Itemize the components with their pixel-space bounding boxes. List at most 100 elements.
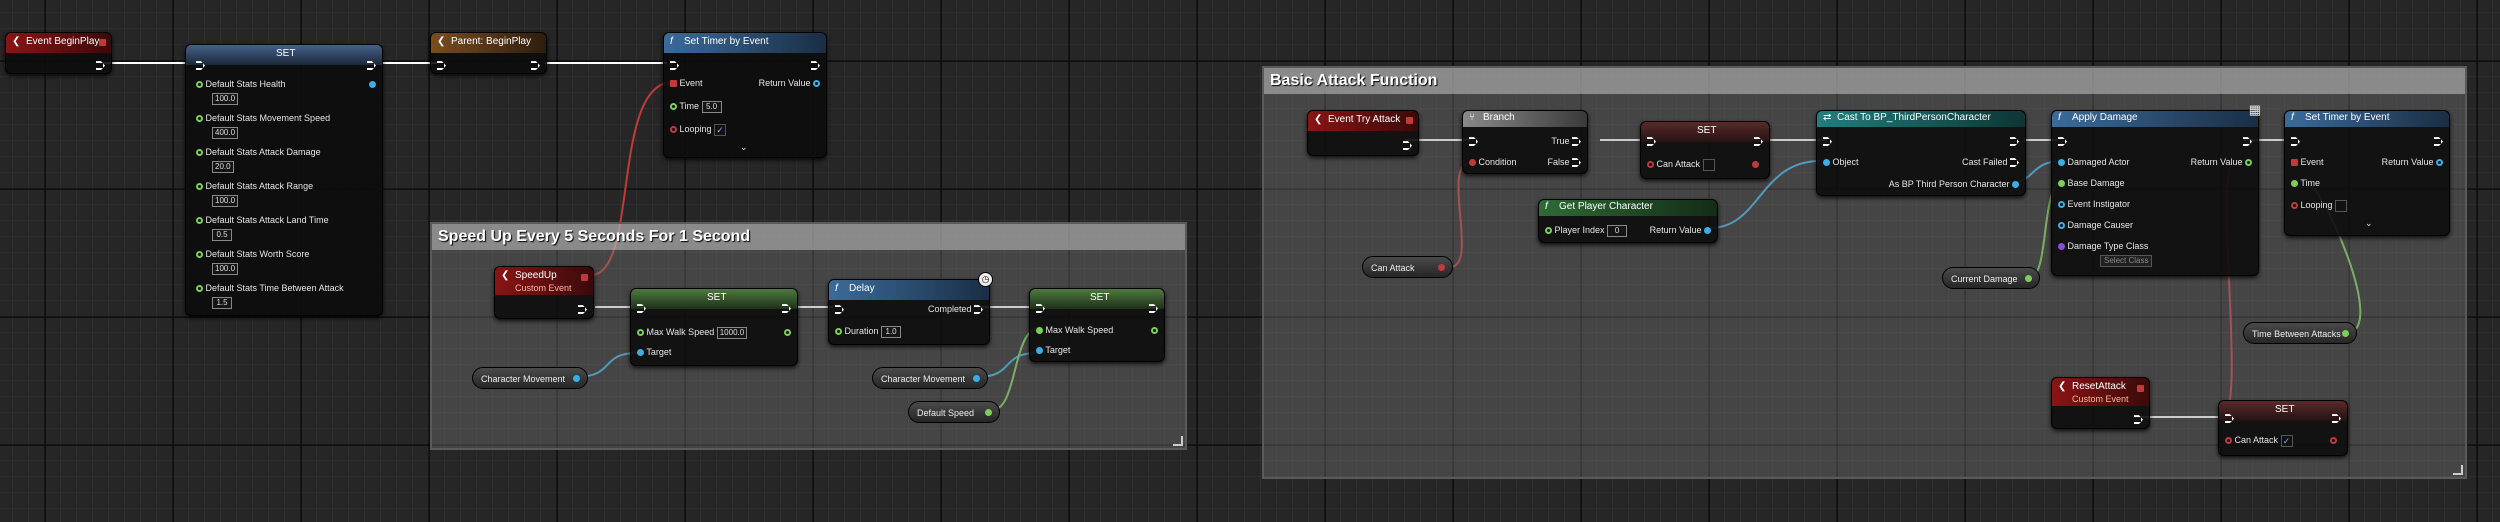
current-damage-getter[interactable]: Current Damage — [1942, 267, 2040, 289]
default-speed-getter[interactable]: Default Speed — [908, 401, 1000, 423]
cast-failed-pin[interactable]: Cast Failed — [1962, 156, 2019, 168]
attack-land-time-value[interactable]: 0.5 — [212, 229, 232, 241]
event-beginplay-node[interactable]: ❮ Event BeginPlay — [5, 32, 112, 74]
exec-out-pin[interactable] — [2434, 135, 2443, 147]
get-player-character-node[interactable]: f Get Player Character Player Index 0 Re… — [1538, 199, 1718, 243]
attack-land-time-pin[interactable]: Default Stats Attack Land Time — [196, 214, 329, 226]
set-timer-by-event-node[interactable]: f Set Timer by Event Event Return Value … — [663, 32, 827, 158]
resize-grip[interactable] — [1173, 436, 1183, 446]
resize-grip[interactable] — [2453, 465, 2463, 475]
time-pin[interactable]: Time 5.0 — [670, 100, 722, 113]
object-pin[interactable]: Object — [1823, 156, 1859, 168]
set-can-attack-node[interactable]: SET Can Attack — [1640, 121, 1770, 179]
exec-in-pin[interactable] — [1823, 135, 1832, 147]
delegate-pin-icon[interactable] — [581, 274, 588, 281]
event-pin[interactable]: Event — [670, 77, 703, 89]
expand-arrow-icon[interactable]: ⌄ — [740, 141, 748, 153]
movement-speed-value[interactable]: 400.0 — [212, 127, 239, 139]
movement-speed-pin[interactable]: Default Stats Movement Speed — [196, 112, 330, 124]
health-out-pin[interactable] — [369, 78, 376, 90]
exec-in-pin[interactable] — [2225, 412, 2234, 424]
set-max-walk-speed-reset-node[interactable]: SET Max Walk Speed Target — [1029, 288, 1165, 362]
event-pin[interactable]: Event — [2291, 156, 2324, 168]
time-pin[interactable]: Time — [2291, 177, 2320, 189]
target-pin[interactable]: Target — [1036, 344, 1070, 356]
worth-score-pin[interactable]: Default Stats Worth Score — [196, 248, 309, 260]
exec-out-pin[interactable] — [2332, 412, 2341, 424]
exec-out-pin[interactable] — [1403, 139, 1412, 151]
exec-out-pin[interactable] — [531, 59, 540, 71]
target-pin[interactable]: Target — [637, 346, 671, 358]
can-attack-pin[interactable]: Can Attack — [1647, 158, 1715, 171]
return-value-pin[interactable]: Return Value — [2382, 156, 2443, 168]
exec-in-pin[interactable] — [2058, 135, 2067, 147]
return-value-pin[interactable]: Return Value — [2191, 156, 2252, 168]
set-max-walk-speed-node[interactable]: SET Max Walk Speed 1000.0 Target — [630, 288, 798, 366]
max-walk-speed-pin[interactable]: Max Walk Speed — [1036, 324, 1113, 336]
delegate-pin-icon[interactable] — [2137, 385, 2144, 392]
speed-out-pin[interactable] — [784, 326, 791, 338]
time-between-attack-value[interactable]: 1.5 — [212, 297, 232, 309]
reset-attack-event-node[interactable]: ❮ ResetAttack Custom Event — [2051, 377, 2150, 429]
exec-out-pin[interactable] — [578, 303, 587, 315]
exec-out-pin[interactable] — [2134, 413, 2143, 425]
health-pin[interactable]: Default Stats Health — [196, 78, 286, 90]
attack-damage-pin[interactable]: Default Stats Attack Damage — [196, 146, 321, 158]
exec-out-pin[interactable] — [367, 59, 376, 71]
exec-in-pin[interactable] — [1036, 302, 1045, 314]
set-timer-by-event-node[interactable]: f Set Timer by Event Event Return Value … — [2284, 110, 2450, 236]
looping-checkbox[interactable] — [2335, 199, 2348, 212]
exec-out-pin[interactable] — [811, 59, 820, 71]
attack-damage-value[interactable]: 20.0 — [212, 161, 234, 173]
looping-checkbox[interactable]: ✓ — [714, 123, 727, 136]
time-between-attacks-getter[interactable]: Time Between Attacks — [2243, 322, 2357, 344]
return-value-pin[interactable]: Return Value — [1650, 224, 1711, 236]
damage-causer-pin[interactable]: Damage Causer — [2058, 219, 2133, 231]
worth-score-value[interactable]: 100.0 — [212, 263, 239, 275]
duration-pin[interactable]: Duration 1.0 — [835, 325, 902, 338]
damaged-actor-pin[interactable]: Damaged Actor — [2058, 156, 2130, 168]
health-value[interactable]: 100.0 — [212, 93, 239, 105]
character-movement-getter[interactable]: Character Movement — [472, 367, 588, 389]
branch-node[interactable]: ⑂ Branch True Condition False — [1462, 110, 1588, 174]
false-pin[interactable]: False — [1547, 156, 1581, 168]
can-attack-pin[interactable]: Can Attack ✓ — [2225, 434, 2293, 447]
exec-in-pin[interactable] — [1469, 135, 1478, 147]
exec-in-pin[interactable] — [2291, 135, 2300, 147]
base-damage-pin[interactable]: Base Damage — [2058, 177, 2125, 189]
player-index-value[interactable]: 0 — [1607, 224, 1628, 237]
expand-arrow-icon[interactable]: ⌄ — [2365, 217, 2373, 229]
time-between-attack-pin[interactable]: Default Stats Time Between Attack — [196, 282, 344, 294]
delegate-pin-icon[interactable] — [1406, 117, 1413, 124]
time-value[interactable]: 5.0 — [701, 100, 722, 113]
can-attack-out-pin[interactable] — [2330, 434, 2337, 446]
condition-pin[interactable]: Condition — [1469, 156, 1517, 168]
true-pin[interactable]: True — [1551, 135, 1581, 147]
exec-out-pin[interactable] — [2243, 135, 2252, 147]
exec-out-pin[interactable] — [1754, 135, 1763, 147]
apply-damage-node[interactable]: f Apply Damage ▦ Damaged Actor Return Va… — [2051, 103, 2261, 276]
attack-range-value[interactable]: 100.0 — [212, 195, 239, 207]
can-attack-checkbox[interactable] — [1702, 158, 1715, 171]
event-instigator-pin[interactable]: Event Instigator — [2058, 198, 2130, 210]
exec-in-pin[interactable] — [196, 59, 205, 71]
can-attack-out-pin[interactable] — [1752, 158, 1759, 170]
looping-pin[interactable]: Looping — [2291, 199, 2348, 212]
set-default-stats-node[interactable]: SET Default Stats Health 100.0 Default S… — [185, 44, 383, 316]
exec-in-pin[interactable] — [437, 59, 446, 71]
exec-in-pin[interactable] — [670, 59, 679, 71]
select-class-dropdown[interactable]: Select Class — [2100, 255, 2153, 267]
delay-node[interactable]: f Delay ◷ Completed Duration 1.0 — [828, 272, 993, 345]
completed-pin[interactable]: Completed — [928, 303, 983, 315]
event-try-attack-node[interactable]: ❮ Event Try Attack — [1307, 110, 1419, 156]
can-attack-checkbox[interactable]: ✓ — [2280, 434, 2293, 447]
attack-range-pin[interactable]: Default Stats Attack Range — [196, 180, 313, 192]
cast-to-bp-thirdperson-node[interactable]: ⇄ Cast To BP_ThirdPersonCharacter Object… — [1816, 110, 2026, 196]
exec-in-pin[interactable] — [637, 302, 646, 314]
exec-in-pin[interactable] — [835, 303, 844, 315]
exec-in-pin[interactable] — [1647, 135, 1656, 147]
parent-beginplay-node[interactable]: ❮ Parent: BeginPlay — [430, 32, 547, 74]
looping-pin[interactable]: Looping ✓ — [670, 123, 727, 136]
speedup-event-node[interactable]: ❮ SpeedUp Custom Event — [494, 266, 594, 319]
return-value-pin[interactable]: Return Value — [759, 77, 820, 89]
